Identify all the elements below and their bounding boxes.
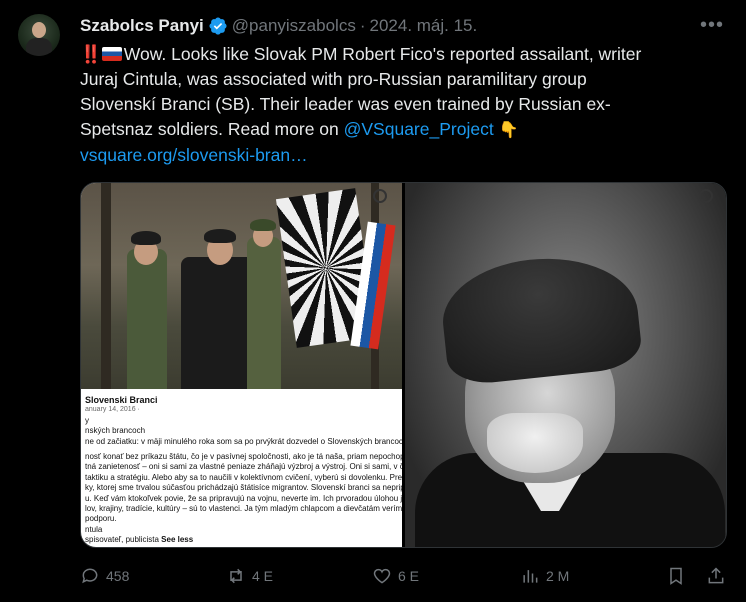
author-avatar[interactable] <box>18 14 60 56</box>
avatar-body <box>26 38 52 56</box>
separator-dot: · <box>359 16 366 35</box>
more-icon[interactable]: ••• <box>700 14 724 37</box>
double-exclamation-emoji: ‼️ <box>80 44 102 64</box>
tweet-line-2: Juraj Cintula, was associated with pro-R… <box>80 69 587 89</box>
rally-photo <box>81 183 402 389</box>
portrait-photo <box>405 183 726 547</box>
reply-count: 458 <box>106 568 130 584</box>
share-button[interactable] <box>706 566 726 586</box>
reply-button[interactable]: 458 <box>80 566 129 586</box>
like-button[interactable]: 6 E <box>372 566 419 586</box>
repost-button[interactable]: 4 E <box>226 566 273 586</box>
post-line: ne od začiatku: v mäji minulého roka som… <box>85 436 402 446</box>
post-line: ky, ktorej sme trvalou súčasťou prichádz… <box>85 483 402 493</box>
repost-count: 4 E <box>252 568 274 584</box>
share-icon <box>708 567 724 584</box>
zoom-icon[interactable] <box>373 189 387 203</box>
article-link[interactable]: vsquare.org/slovenski-bran… <box>80 145 308 165</box>
views-icon <box>523 570 538 583</box>
like-count: 6 E <box>398 568 420 584</box>
views-button[interactable]: 2 M <box>520 566 569 586</box>
portrait-flat-cap <box>437 249 644 387</box>
media-grid: Slovenski Branci anuary 14, 2016 · y nsk… <box>80 182 727 548</box>
reply-icon <box>82 568 98 584</box>
leader-beret <box>204 229 236 243</box>
media-image-1[interactable]: Slovenski Branci anuary 14, 2016 · y nsk… <box>81 183 402 547</box>
tweet-actions: 458 4 E 6 E 2 M <box>80 566 730 590</box>
post-line: nských brancoch <box>85 426 146 436</box>
author-name[interactable]: Szabolcs Panyi <box>80 16 204 36</box>
tweet-line-1: ‼️ Wow. Looks like Slovak PM Robert Fico'… <box>80 42 730 67</box>
soldier-beret <box>250 219 276 231</box>
post-line: lov, krajiny, tradície, kultúry – sú to … <box>85 504 402 514</box>
zoom-icon[interactable] <box>699 189 713 203</box>
media-image-2[interactable] <box>405 183 726 547</box>
bookmark-button[interactable] <box>666 566 686 586</box>
soldier-figure <box>247 237 281 389</box>
tree-trunk <box>101 183 111 389</box>
repost-icon <box>230 568 242 584</box>
post-line: ntula <box>85 524 103 534</box>
pointing-down-emoji: 👇 <box>498 122 519 139</box>
portrait-beard <box>487 413 583 473</box>
soldier-beret <box>131 231 161 245</box>
post-line: taktiku a stratégiu. Alebo aby sa to nau… <box>85 472 402 482</box>
mention-link[interactable]: @VSquare_Project <box>344 119 494 139</box>
tweet-header: Szabolcs Panyi @panyiszabolcs · 2024. má… <box>80 14 477 38</box>
author-handle[interactable]: @panyiszabolcs <box>232 16 356 36</box>
russia-flag-icon <box>101 47 122 61</box>
verified-badge-icon <box>209 17 227 35</box>
facebook-post-screenshot: Slovenski Branci anuary 14, 2016 · y nsk… <box>81 389 402 547</box>
post-signature: spisovateľ, publicista <box>85 535 162 545</box>
tweet-date[interactable]: 2024. máj. 15. <box>370 16 478 36</box>
post-date: anuary 14, 2016 · <box>85 406 140 414</box>
bookmark-icon <box>670 567 682 585</box>
soldier-figure <box>127 249 167 389</box>
tweet-line-4: Spetsnaz soldiers. Read more on @VSquare… <box>80 117 730 143</box>
post-line: tná zanietenosť – oni si sami za vlastné… <box>85 462 402 472</box>
post-page-name: Slovenski Branci <box>85 395 158 405</box>
post-line: y <box>85 415 89 425</box>
tweet-line-4-text: Spetsnaz soldiers. Read more on <box>80 119 344 139</box>
tweet-line-5: vsquare.org/slovenski-bran… <box>80 143 730 168</box>
leader-figure <box>181 257 257 389</box>
see-less-link: See less <box>161 535 194 545</box>
tweet-text: ‼️ Wow. Looks like Slovak PM Robert Fico'… <box>80 42 730 168</box>
tweet-line-3: Slovenskí Branci (SB). Their leader was … <box>80 94 611 114</box>
views-count: 2 M <box>546 568 570 584</box>
post-line: nosť konať bez príkazu štátu, čo je v pa… <box>85 452 402 462</box>
like-icon <box>373 568 391 584</box>
avatar-face <box>32 22 46 38</box>
post-line: podporu. <box>85 514 117 524</box>
post-line: u. Keď vám ktokoľvek povie, že sa pripra… <box>85 493 402 503</box>
post-line: spisovateľ, publicista See less <box>85 535 402 545</box>
tweet-line-1-text: Wow. Looks like Slovak PM Robert Fico's … <box>123 44 642 64</box>
